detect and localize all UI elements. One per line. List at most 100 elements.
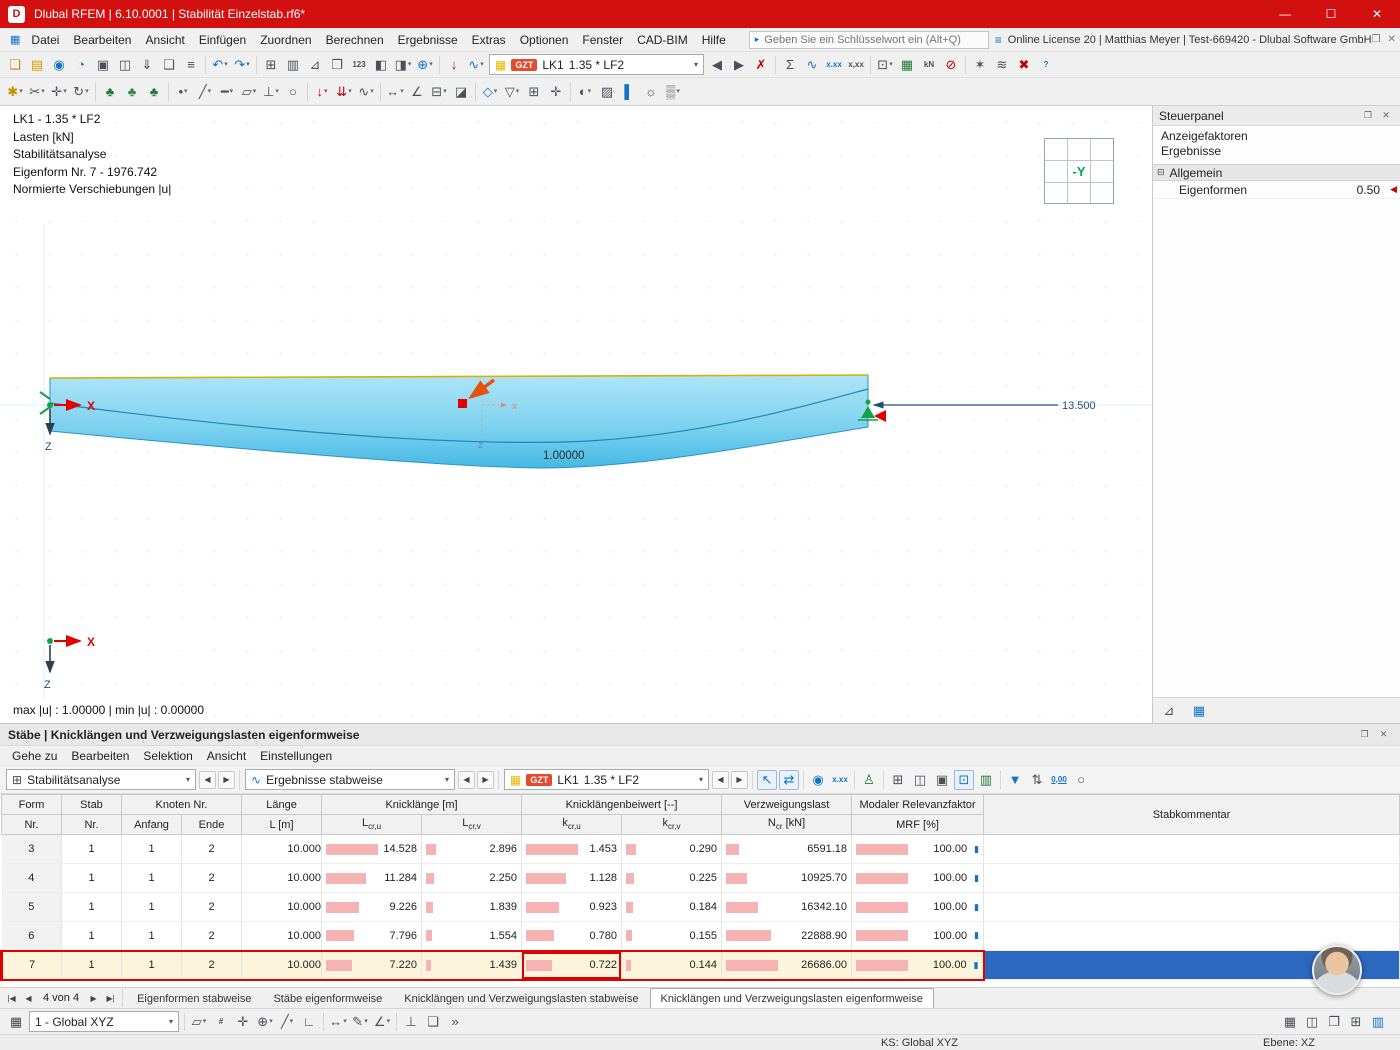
keyword-list-icon[interactable]: ≡ [995,33,1002,47]
render-mode-icon[interactable]: ◨ ▾ [393,55,413,75]
selected-fe-node[interactable] [458,399,467,408]
maximize-table-icon[interactable]: ⊞ [1346,1012,1366,1032]
object-snap-icon[interactable]: ⊕ ▾ [255,1012,275,1032]
close-panel-icon[interactable]: ✕ [1379,109,1393,123]
result-row-form-4[interactable]: 4 1 1 2 10.000 11.284 2.250 1.128 0.225 10925.70 1… [1,863,1400,893]
result-loupe-icon[interactable]: x,xx [846,55,866,75]
cell-form[interactable]: 3 [1,834,62,864]
show-results-icon[interactable]: ∿ ▾ [466,55,486,75]
float-panel-icon[interactable]: ❐ [1361,109,1375,123]
cell-knoten-ende[interactable]: 2 [181,834,243,864]
table-menu-gehe-zu[interactable]: Gehe zu [5,746,64,766]
snap-icon[interactable]: ✛ [233,1012,253,1032]
undo-icon[interactable]: ↶ ▾ [210,55,230,75]
table-loadcase-combo[interactable]: ▦ GZT LK1 1.35 * LF2 ▾ [504,769,709,790]
menu-zuordnen[interactable]: Zuordnen [253,30,318,50]
menu-optionen[interactable]: Optionen [513,30,576,50]
user-visibility-icon[interactable]: ▨ [597,82,617,102]
cell-knoten-anfang[interactable]: 1 [121,892,182,922]
guidelines-icon[interactable]: ╱ ▾ [277,1012,297,1032]
last-table-button[interactable]: ▶| [102,990,119,1007]
new-nodal-load-icon[interactable]: ↓ ▾ [312,82,332,102]
zoom-window-icon[interactable]: ⊞ [524,82,544,102]
new-imperfection-icon[interactable]: ∿ ▾ [356,82,376,102]
prev-loadcase-table-button[interactable]: ◀ [712,770,729,789]
coordinate-system-icon[interactable]: ▦ [6,1012,26,1032]
collapse-icon[interactable]: ⊟ [1157,167,1165,178]
cell-laenge[interactable]: 10.000 [241,892,323,922]
cell-stab[interactable]: 1 [61,863,122,893]
generate-surfaces-icon[interactable]: ♣ [144,82,164,102]
float-table-panel-icon[interactable]: ❐ [1357,727,1372,742]
search-table-icon[interactable]: ○ [1071,770,1091,790]
search-box[interactable]: ▸ [748,30,989,49]
show-loads-icon[interactable]: ↓ [444,55,464,75]
cell-stab[interactable]: 1 [61,892,122,922]
isometric-view-icon[interactable]: ◇ ▾ [480,82,500,102]
float-menubar-icon[interactable]: ❐ [1372,34,1381,45]
close-results-icon[interactable]: ✖ [1014,55,1034,75]
relevant-results-icon[interactable]: ♙ [859,770,879,790]
pick-rows-in-graphic-icon[interactable]: ↖ [757,769,777,790]
print-table-icon[interactable]: ◫ [910,770,930,790]
cell-knoten-ende[interactable]: 2 [181,949,243,981]
generate-nodes-icon[interactable]: ♣ [100,82,120,102]
close-table-panel-icon[interactable]: ✕ [1376,727,1391,742]
cell-knoten-anfang[interactable]: 1 [121,921,182,951]
cell-kcru[interactable]: 0.722 [521,949,623,981]
work-plane-icon[interactable]: ▱ ▾ [189,1012,209,1032]
new-line-icon[interactable]: ╱ ▾ [195,82,215,102]
export-icon[interactable]: ⇓ [137,55,157,75]
prev-table-button[interactable]: ◀ [20,990,37,1007]
cell-form[interactable]: 6 [1,921,62,951]
angle-measure-icon[interactable]: ∠ [407,82,427,102]
cell-knoten-anfang[interactable]: 1 [121,834,182,864]
table-layout-icon[interactable]: ▦ [1280,1012,1300,1032]
pan-view-icon[interactable]: ✛ [546,82,566,102]
cell-kcru[interactable]: 0.923 [521,892,623,922]
table-values-icon[interactable]: x.xx [830,770,850,790]
table-view-icon[interactable]: ⊞ [888,770,908,790]
cell-kcrv[interactable]: 0.184 [621,892,723,922]
teamwork-icon[interactable]: ◔ [71,55,91,75]
hide-zero-rows-icon[interactable]: 0,00 [1049,770,1069,790]
visibility-states-icon[interactable]: ⊕ ▾ [415,55,435,75]
cell-mrf[interactable]: 100.00 ▮ [851,863,985,893]
menu-ansicht[interactable]: Ansicht [138,30,191,50]
maximize-button[interactable]: ☐ [1308,0,1354,28]
cell-ncr[interactable]: 22888.90 [721,921,853,951]
display-properties-icon[interactable]: ◧ [371,55,391,75]
table-tab-knicklängen-und-verzweigungslasten-eigenformweise[interactable]: Knicklängen und Verzweigungslasten eigen… [649,988,934,1008]
next-analysis-button[interactable]: ▶ [218,770,235,789]
cell-laenge[interactable]: 10.000 [241,921,323,951]
search-input[interactable] [764,33,983,46]
new-member-icon[interactable]: ━ ▾ [217,82,237,102]
result-row-form-6[interactable]: 6 1 1 2 10.000 7.796 1.554 0.780 0.155 22888.90 10… [1,921,1400,951]
calculation-diagrams-icon[interactable]: ∿ [802,55,822,75]
menu-einfügen[interactable]: Einfügen [192,30,253,50]
renumber-icon[interactable]: 123 [349,55,369,75]
layers-icon[interactable]: ❏ [423,1012,443,1032]
result-row-form-5[interactable]: 5 1 1 2 10.000 9.226 1.839 0.923 0.184 16342.10 10… [1,892,1400,922]
rotate-icon[interactable]: ↻ ▾ [71,82,91,102]
grid-settings-icon[interactable]: # [211,1012,231,1032]
cell-knoten-ende[interactable]: 2 [181,892,243,922]
cell-lcrv[interactable]: 2.896 [421,834,523,864]
menu-extras[interactable]: Extras [465,30,513,50]
menu-datei[interactable]: Datei [24,30,66,50]
next-loadcase-table-button[interactable]: ▶ [731,770,748,789]
prev-results-button[interactable]: ◀ [458,770,475,789]
cell-mrf[interactable]: 100.00 ▮ [851,921,985,951]
viewport-3d[interactable]: X Z x z 1.00000 13.500 X Z LK1 - 1.35 * … [0,106,1152,723]
cell-laenge[interactable]: 10.000 [241,949,323,981]
minimize-button[interactable]: — [1262,0,1308,28]
delete-results-icon[interactable]: ✗ [751,55,771,75]
menu-berechnen[interactable]: Berechnen [319,30,391,50]
result-values-icon[interactable]: x.xx [824,55,844,75]
cell-lcrv[interactable]: 1.439 [421,949,523,981]
excel-export-icon[interactable]: ▦ [897,55,917,75]
print-icon[interactable]: ◫ [115,55,135,75]
background-color-icon[interactable]: ▒ ▾ [663,82,683,102]
cell-lcru[interactable]: 14.528 [321,834,423,864]
model-canvas[interactable]: X Z x z 1.00000 13.500 X Z [0,106,1152,723]
